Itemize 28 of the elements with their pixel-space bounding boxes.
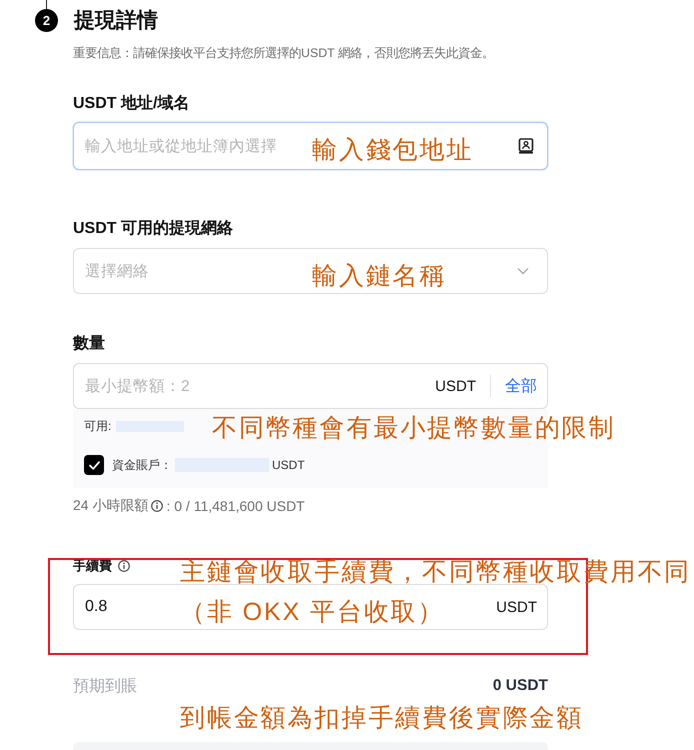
balance-label: 可用:: [84, 418, 112, 434]
expected-label: 預期到賬: [73, 676, 137, 696]
amount-input[interactable]: 最小提幣額：2 USDT 全部: [73, 363, 548, 409]
contact-book-icon: [518, 138, 534, 154]
notice-text: 重要信息：請確保接收平台支持您所選擇的USDT 網絡，否則您將丟失此資金。: [73, 45, 495, 62]
field-label: USDT 可用的提現網絡: [73, 219, 233, 239]
annotation-text: 輸入鏈名稱: [312, 261, 446, 291]
annotation-text: 輸入錢包地址: [312, 135, 474, 165]
expected-amount: 0 USDT: [492, 677, 548, 695]
max-amount-link[interactable]: 全部: [505, 376, 537, 396]
field-label: 數量: [73, 334, 105, 354]
chevron-down-icon: [517, 267, 529, 275]
annotation-text: 不同幣種會有最小提幣數量的限制: [212, 413, 616, 443]
unit-label: USDT: [435, 378, 476, 394]
annotation-text: 到帳金額為扣掉手續費後實際金額: [180, 703, 584, 733]
account-label: 資金賬戶：: [112, 456, 172, 474]
section-title: 提現詳情: [74, 9, 158, 32]
limit-label: 24 小時限額: [73, 497, 148, 515]
limit-value: : 0 / 11,481,600 USDT: [166, 498, 305, 514]
checkmark-icon: [88, 460, 100, 470]
funding-account-checkbox[interactable]: [84, 455, 104, 475]
info-icon: [151, 500, 164, 512]
field-label: USDT 地址/域名: [73, 94, 190, 114]
info-icon: [118, 560, 130, 572]
annotation-text: （非 OKX 平台收取）: [180, 599, 444, 625]
unit-label: USDT: [272, 458, 305, 472]
step-number-badge: 2: [35, 9, 58, 32]
unit-label: USDT: [496, 598, 537, 616]
